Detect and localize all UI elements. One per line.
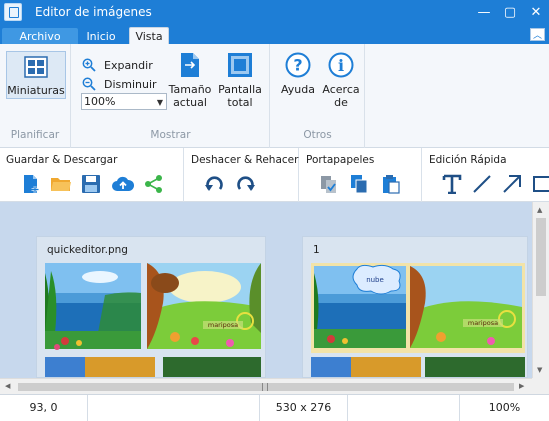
- image-thumbnail-1: mariposa: [45, 263, 261, 377]
- fullscreen-label-1: Pantalla: [218, 83, 262, 96]
- cloud-caption: nube: [366, 276, 384, 284]
- zoom-select-value: 100%: [84, 95, 116, 108]
- tab-view[interactable]: Vista: [129, 27, 169, 45]
- help-label: Ayuda: [281, 83, 315, 96]
- close-button[interactable]: ✕: [523, 0, 549, 24]
- group-show-label: Mostrar: [150, 129, 191, 141]
- actual-size-icon: [181, 53, 199, 77]
- redo-icon[interactable]: [235, 174, 257, 194]
- group-plan-label: Planificar: [10, 129, 60, 141]
- fullscreen-icon: [228, 53, 252, 77]
- image-page-1[interactable]: quickeditor.png mariposa: [36, 236, 266, 378]
- status-spacer-1: [88, 394, 260, 421]
- cut-icon[interactable]: [318, 174, 340, 194]
- status-spacer-2: [348, 394, 460, 421]
- clipboard-label: Portapapeles: [306, 154, 375, 166]
- rectangle-tool-icon[interactable]: [531, 174, 549, 194]
- image-page-2[interactable]: 1 mariposa nube: [302, 236, 528, 378]
- actual-size-button[interactable]: Tamaño actual: [169, 52, 211, 109]
- save-icon[interactable]: [80, 174, 102, 194]
- scroll-left-icon[interactable]: ◀: [5, 382, 10, 390]
- zoom-in-icon: [82, 58, 96, 72]
- scroll-corner: [532, 378, 549, 394]
- minimize-button[interactable]: —: [471, 0, 497, 24]
- actual-size-label-1: Tamaño: [168, 83, 212, 96]
- tab-file[interactable]: Archivo: [2, 28, 78, 44]
- quick-toolbar: Guardar & Descargar Deshacer & Rehacer P…: [0, 148, 549, 202]
- thumbnails-icon: [24, 56, 48, 78]
- butterfly-caption-2: mariposa: [468, 319, 498, 327]
- scroll-up-icon[interactable]: ▲: [537, 206, 542, 214]
- new-file-icon[interactable]: [20, 174, 42, 194]
- open-folder-icon[interactable]: [50, 174, 72, 194]
- shrink-label: Disminuir: [104, 77, 157, 91]
- copy-icon[interactable]: [348, 174, 370, 194]
- status-bar: 93, 0 530 x 276 100%: [0, 394, 549, 421]
- zoom-select[interactable]: 100% ▼: [81, 93, 167, 110]
- title-bar: Editor de imágenes — ▢ ✕: [0, 0, 549, 24]
- group-others: ? Ayuda i Acerca de Otros: [271, 44, 365, 148]
- ribbon-tab-bar: Archivo Inicio Vista ︿: [0, 24, 549, 45]
- quick-edit-group: Edición Rápida: [423, 148, 549, 202]
- image-size: 530 x 276: [260, 394, 348, 421]
- clipboard-group: Portapapeles: [300, 148, 422, 202]
- upload-cloud-icon[interactable]: [112, 174, 134, 194]
- thumbnails-button[interactable]: Miniaturas: [6, 51, 66, 99]
- help-icon: ?: [285, 52, 311, 78]
- save-download-label: Guardar & Descargar: [6, 154, 118, 166]
- vertical-scrollbar[interactable]: ▲ ▼: [532, 202, 549, 378]
- about-label-1: Acerca: [322, 83, 360, 96]
- page-1-label: quickeditor.png: [47, 244, 128, 256]
- app-icon: [4, 3, 22, 21]
- chevron-down-icon: ▼: [156, 98, 163, 107]
- fullscreen-button[interactable]: Pantalla total: [218, 52, 262, 109]
- window-title: Editor de imágenes: [35, 5, 152, 19]
- page-2-label: 1: [313, 244, 320, 256]
- ribbon: Miniaturas Planificar Expandir Disminuir…: [0, 44, 549, 148]
- scroll-right-icon[interactable]: ▶: [519, 382, 524, 390]
- arrow-tool-icon[interactable]: [501, 174, 523, 194]
- actual-size-label-2: actual: [173, 96, 207, 109]
- fullscreen-label-2: total: [227, 96, 253, 109]
- group-show: Expandir Disminuir 100% ▼ Tamaño actual …: [72, 44, 270, 148]
- shrink-button[interactable]: Disminuir: [82, 77, 157, 91]
- cursor-coords: 93, 0: [0, 394, 88, 421]
- image-canvas[interactable]: quickeditor.png mariposa 1 mariposa nube: [0, 202, 532, 378]
- grip-icon: [262, 383, 268, 391]
- expand-button[interactable]: Expandir: [82, 58, 153, 72]
- image-thumbnail-2: mariposa nube: [311, 263, 525, 377]
- zoom-out-icon: [82, 77, 96, 91]
- text-tool-icon[interactable]: [441, 174, 463, 194]
- about-button[interactable]: i Acerca de: [322, 52, 360, 109]
- share-icon[interactable]: [143, 174, 165, 194]
- scroll-down-icon[interactable]: ▼: [537, 366, 542, 374]
- undo-redo-group: Deshacer & Rehacer: [185, 148, 299, 202]
- vertical-scroll-thumb[interactable]: [536, 218, 546, 296]
- group-others-label: Otros: [303, 129, 332, 141]
- line-tool-icon[interactable]: [471, 174, 493, 194]
- zoom-level: 100%: [488, 401, 521, 414]
- expand-label: Expandir: [104, 58, 153, 72]
- save-download-group: Guardar & Descargar: [0, 148, 184, 202]
- tab-home[interactable]: Inicio: [80, 28, 122, 44]
- horizontal-scrollbar[interactable]: ◀ ▶: [0, 378, 532, 394]
- butterfly-caption: mariposa: [208, 321, 238, 329]
- paste-icon[interactable]: [380, 174, 402, 194]
- svg-text:?: ?: [293, 56, 302, 75]
- about-label-2: de: [334, 96, 348, 109]
- svg-text:i: i: [338, 56, 344, 75]
- thumbnails-label: Miniaturas: [7, 84, 65, 97]
- undo-icon[interactable]: [203, 174, 225, 194]
- help-button[interactable]: ? Ayuda: [281, 52, 315, 96]
- maximize-button[interactable]: ▢: [497, 0, 523, 24]
- info-icon: i: [328, 52, 354, 78]
- undo-redo-label: Deshacer & Rehacer: [191, 154, 299, 166]
- quick-edit-label: Edición Rápida: [429, 154, 507, 166]
- group-plan: Miniaturas Planificar: [0, 44, 71, 148]
- collapse-ribbon-button[interactable]: ︿: [530, 28, 545, 41]
